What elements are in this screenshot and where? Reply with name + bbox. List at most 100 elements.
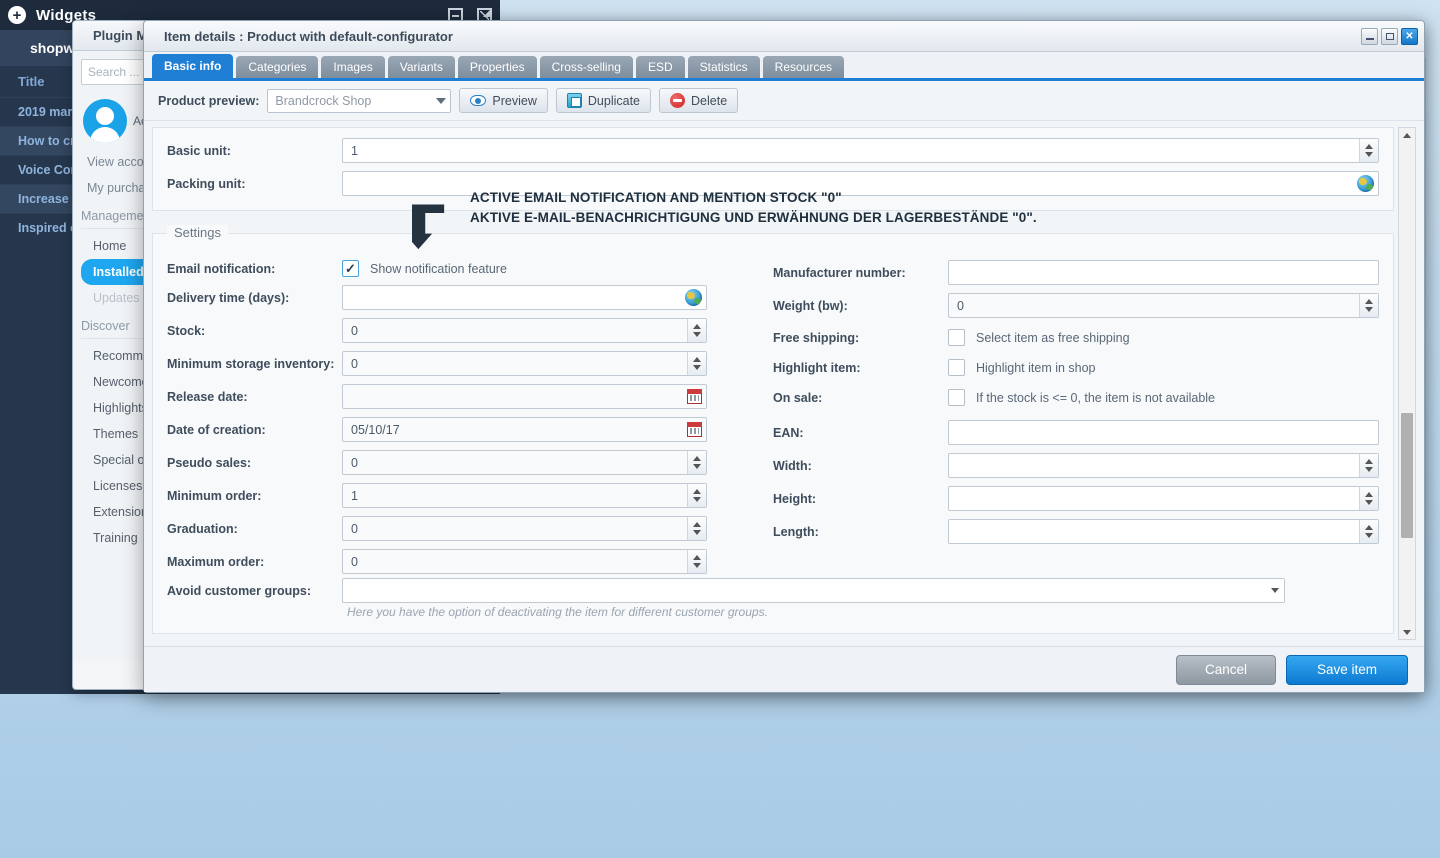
multiselect-dropdown[interactable] (1265, 579, 1284, 602)
spinner-buttons[interactable] (687, 484, 706, 507)
on-sale-checkbox[interactable] (948, 389, 965, 406)
checkbox-label: Select item as free shipping (976, 330, 1130, 345)
spinner-buttons[interactable] (687, 517, 706, 540)
duplicate-button-label: Duplicate (587, 93, 641, 108)
field-control: 0 (342, 450, 707, 475)
scroll-up-icon[interactable] (1399, 128, 1415, 142)
minimize-icon[interactable] (1361, 27, 1378, 45)
width-input[interactable] (948, 453, 1379, 478)
spinner-buttons[interactable] (687, 352, 706, 375)
field-email-notification: Email notification: ✓ Show notification … (167, 260, 773, 277)
height-input[interactable] (948, 486, 1379, 511)
field-control (342, 171, 1379, 196)
save-item-button[interactable]: Save item (1286, 654, 1408, 685)
pseudo-sales-input[interactable]: 0 (342, 450, 707, 475)
field-label: Minimum order: (167, 488, 262, 503)
field-on-sale: On sale: If the stock is <= 0, the item … (773, 389, 1379, 406)
tab-statistics[interactable]: Statistics (687, 56, 760, 78)
maximum-order-input[interactable]: 0 (342, 549, 707, 574)
email-notification-checkbox[interactable]: ✓ (342, 260, 359, 277)
manufacturer-number-input[interactable] (948, 260, 1379, 285)
shop-select[interactable]: Brandcrock Shop (267, 88, 452, 113)
delete-button[interactable]: Delete (659, 88, 739, 113)
shop-select-value: Brandcrock Shop (275, 93, 372, 108)
field-manufacturer-number: Manufacturer number: (773, 260, 1379, 285)
graduation-input[interactable]: 0 (342, 516, 707, 541)
globe-icon[interactable] (685, 289, 702, 306)
field-label: Stock: (167, 323, 206, 338)
field-control: 05/10/17 (342, 417, 707, 442)
basic-unit-input[interactable]: 1 (342, 138, 1379, 163)
field-pseudo-sales: Pseudo sales: 0 (167, 450, 773, 475)
tab-categories[interactable]: Categories (236, 56, 319, 78)
scrollbar-thumb[interactable] (1401, 413, 1413, 538)
settings-left-column: Email notification: ✓ Show notification … (167, 260, 773, 582)
field-control (342, 578, 1285, 603)
field-highlight-item: Highlight item: Highlight item in shop (773, 359, 1379, 376)
preview-button[interactable]: Preview (459, 88, 548, 113)
field-control (948, 486, 1379, 511)
field-stock: Stock: 0 (167, 318, 773, 343)
spinner-buttons[interactable] (1359, 520, 1378, 543)
highlight-item-checkbox[interactable] (948, 359, 965, 376)
field-basic-unit: Basic unit: 1 (167, 138, 1379, 163)
tab-variants[interactable]: Variants (387, 56, 455, 78)
field-label: Email notification: (167, 261, 276, 276)
field-control: Select item as free shipping (948, 329, 1379, 346)
field-control (948, 519, 1379, 544)
avoid-customer-groups-input[interactable] (342, 578, 1285, 603)
minimum-order-input[interactable]: 1 (342, 483, 707, 508)
tab-images[interactable]: Images (321, 56, 385, 78)
checkbox-label: If the stock is <= 0, the item is not av… (976, 390, 1216, 405)
spinner-buttons[interactable] (1359, 139, 1378, 162)
length-input[interactable] (948, 519, 1379, 544)
field-control: Highlight item in shop (948, 359, 1379, 376)
release-date-input[interactable] (342, 384, 707, 409)
maximize-icon[interactable] (1381, 27, 1398, 45)
field-control (948, 260, 1379, 285)
spinner-buttons[interactable] (687, 451, 706, 474)
checkbox-label: Highlight item in shop (976, 360, 1096, 375)
duplicate-button[interactable]: Duplicate (555, 88, 652, 113)
close-icon[interactable]: ✕ (1401, 27, 1418, 45)
spinner-buttons[interactable] (687, 319, 706, 342)
delivery-time-input[interactable] (342, 285, 707, 310)
free-shipping-checkbox[interactable] (948, 329, 965, 346)
field-maximum-order: Maximum order: 0 (167, 549, 773, 574)
calendar-icon[interactable] (687, 389, 702, 404)
globe-icon[interactable] (1357, 175, 1374, 192)
spinner-buttons[interactable] (1359, 454, 1378, 477)
weight-input[interactable]: 0 (948, 293, 1379, 318)
packing-unit-input[interactable] (342, 171, 1379, 196)
field-label: Width: (773, 458, 812, 473)
tab-properties[interactable]: Properties (457, 56, 537, 78)
tab-esd[interactable]: ESD (635, 56, 685, 78)
chevron-down-icon[interactable] (436, 97, 447, 104)
spinner-buttons[interactable] (1359, 294, 1378, 317)
calendar-icon[interactable] (687, 422, 702, 437)
field-date-of-creation: Date of creation: 05/10/17 (167, 417, 773, 442)
field-label: EAN: (773, 425, 804, 440)
date-of-creation-input[interactable]: 05/10/17 (342, 417, 707, 442)
field-minimum-order: Minimum order: 1 (167, 483, 773, 508)
delete-icon (670, 93, 686, 108)
ean-input[interactable] (948, 420, 1379, 445)
modal-titlebar[interactable]: Item details : Product with default-conf… (144, 21, 1424, 52)
tab-cross-selling[interactable]: Cross-selling (539, 56, 633, 78)
eye-icon (470, 95, 487, 106)
tab-resources[interactable]: Resources (762, 56, 845, 78)
field-label: Manufacturer number: (773, 265, 906, 280)
minimum-storage-inventory-input[interactable]: 0 (342, 351, 707, 376)
field-label: Date of creation: (167, 422, 266, 437)
cancel-button[interactable]: Cancel (1176, 654, 1276, 685)
form-scrollbar[interactable] (1398, 127, 1416, 640)
field-control (948, 453, 1379, 478)
stock-input[interactable]: 0 (342, 318, 707, 343)
tab-basic-info[interactable]: Basic info (152, 54, 234, 78)
delete-button-label: Delete (691, 93, 728, 108)
scroll-down-icon[interactable] (1399, 625, 1415, 639)
spinner-buttons[interactable] (687, 550, 706, 573)
spinner-buttons[interactable] (1359, 487, 1378, 510)
plus-circle-icon[interactable]: + (8, 6, 26, 24)
modal-footer: Cancel Save item (144, 646, 1424, 692)
